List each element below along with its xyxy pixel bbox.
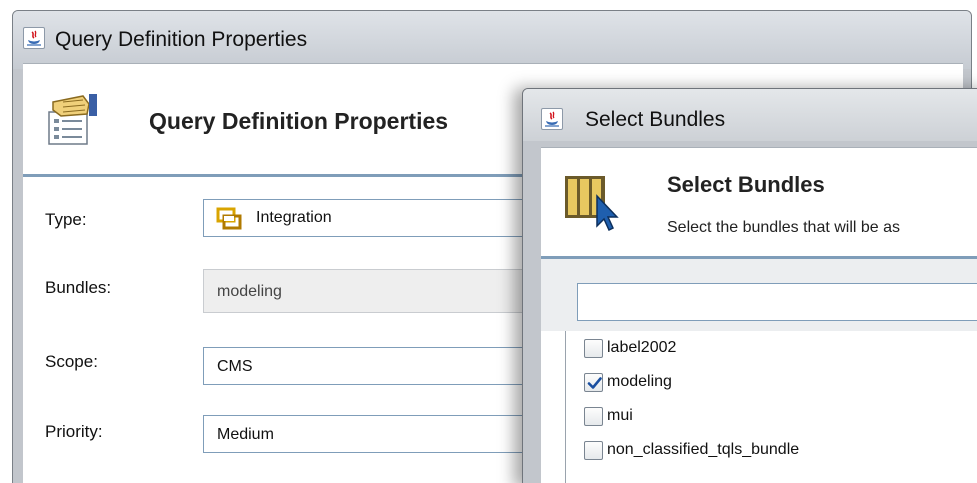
list-item-mui[interactable]: mui [584,403,633,429]
checkbox-non-classified-tqls-bundle[interactable] [584,440,603,460]
bundles-select-icon [563,172,623,243]
type-value: Integration [256,209,332,226]
search-area [541,259,977,331]
checkbox-mui[interactable] [584,406,603,426]
bundles-dialog-header: Select Bundles Select the bundles that w… [541,148,977,254]
select-bundles-window: Select Bundles Select Bundles Select the… [522,88,977,483]
list-item-label: label2002 [607,339,677,356]
bundles-label: Bundles: [45,278,112,297]
java-app-icon [23,27,45,49]
bundle-filter-input[interactable] [577,283,977,321]
priority-label: Priority: [45,422,103,441]
bundle-list[interactable]: label2002 modeling mui non_classified_tq… [565,331,977,483]
list-item-non-classified-tqls-bundle[interactable]: non_classified_tqls_bundle [584,437,799,463]
list-item-label: modeling [607,373,672,390]
bundles-window-titlebar[interactable]: Select Bundles [523,89,977,141]
window-titlebar[interactable]: Query Definition Properties [13,11,971,69]
bundles-window-title: Select Bundles [585,108,726,131]
checkmark-icon [587,376,602,389]
checkbox-label2002[interactable] [584,338,603,358]
bundles-value: modeling [217,283,282,300]
list-item-label2002[interactable]: label2002 [584,335,676,361]
bundles-dialog-heading: Select Bundles [667,172,825,197]
list-item-label: non_classified_tqls_bundle [607,441,800,458]
bundles-dialog-description: Select the bundles that will be as [667,219,901,236]
bundles-dialog-content: Select Bundles Select the bundles that w… [541,147,977,483]
integration-icon [216,207,242,236]
dialog-heading: Query Definition Properties [149,108,449,134]
list-item-label: mui [607,407,633,424]
window-title: Query Definition Properties [55,28,308,51]
properties-hand-icon [43,92,107,153]
list-item-modeling[interactable]: modeling [584,369,672,395]
scope-value: CMS [217,358,253,375]
checkbox-modeling[interactable] [584,372,603,392]
java-app-icon [541,108,563,130]
type-label: Type: [45,210,87,229]
scope-label: Scope: [45,352,98,371]
priority-value: Medium [217,426,274,443]
